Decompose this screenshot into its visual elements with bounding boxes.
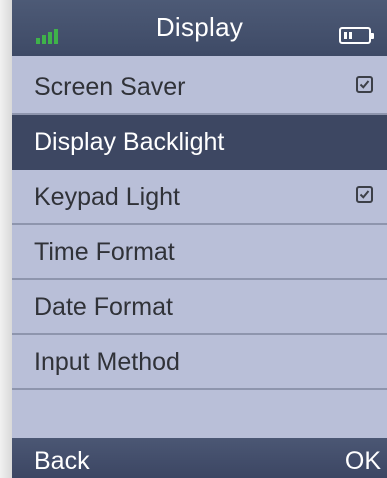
menu-item-label: Time Format bbox=[34, 238, 175, 266]
menu-item-date-format[interactable]: Date Format bbox=[12, 280, 387, 335]
screen-title: Display bbox=[155, 12, 244, 42]
phone-screen: Display Screen Saver Display Backlight K… bbox=[12, 0, 387, 478]
menu-item-keypad-light[interactable]: Keypad Light bbox=[12, 170, 387, 225]
device-bezel bbox=[0, 0, 12, 478]
battery-icon bbox=[339, 27, 374, 44]
checkbox-checked-icon[interactable] bbox=[356, 186, 373, 203]
checkbox-checked-icon[interactable] bbox=[356, 76, 373, 93]
softkey-bar: Back OK bbox=[12, 438, 387, 478]
status-bar: Display bbox=[12, 0, 387, 56]
menu-item-label: Keypad Light bbox=[34, 183, 180, 211]
menu-item-display-backlight[interactable]: Display Backlight bbox=[12, 115, 387, 170]
menu-item-input-method[interactable]: Input Method bbox=[12, 335, 387, 390]
menu-item-label: Display Backlight bbox=[34, 128, 225, 156]
menu-item-label: Input Method bbox=[34, 348, 180, 376]
ok-softkey[interactable]: OK bbox=[345, 447, 381, 476]
back-softkey[interactable]: Back bbox=[34, 447, 90, 476]
menu-item-time-format[interactable]: Time Format bbox=[12, 225, 387, 280]
settings-menu: Screen Saver Display Backlight Keypad Li… bbox=[12, 60, 387, 390]
menu-item-screen-saver[interactable]: Screen Saver bbox=[12, 60, 387, 115]
menu-item-label: Screen Saver bbox=[34, 73, 186, 101]
menu-item-label: Date Format bbox=[34, 293, 173, 321]
